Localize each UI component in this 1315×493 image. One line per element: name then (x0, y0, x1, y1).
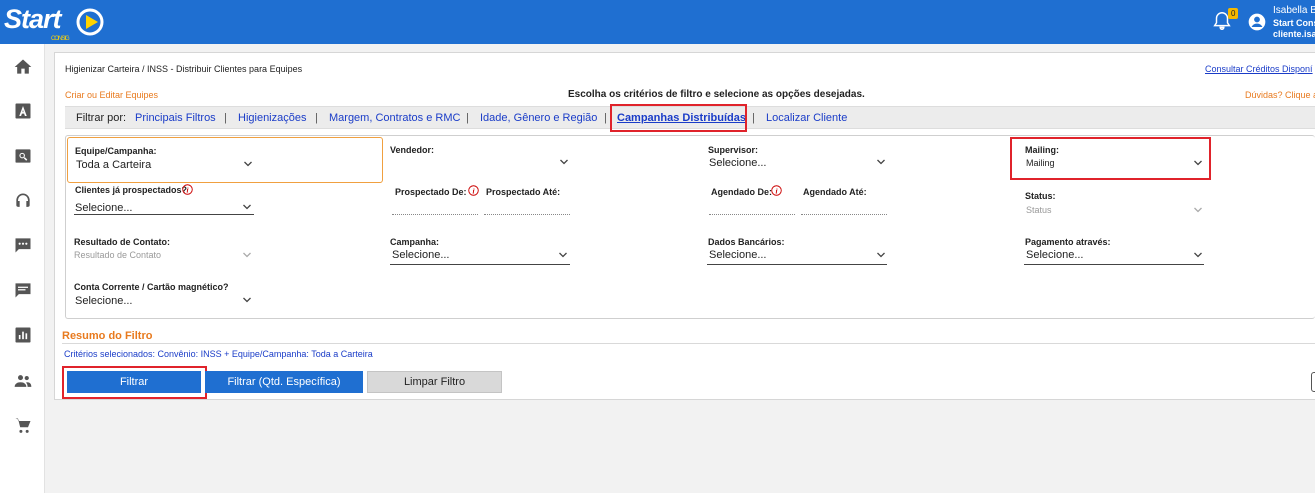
equipe-label: Equipe/Campanha: (75, 146, 157, 156)
tab-separator: | (315, 112, 318, 124)
pagamento-label: Pagamento através: (1025, 237, 1111, 247)
cart-icon[interactable] (12, 415, 34, 437)
text-icon[interactable] (12, 100, 34, 122)
side-tab-handle[interactable] (1311, 372, 1315, 392)
conta-select[interactable]: Selecione... (75, 295, 132, 307)
chevron-down-icon[interactable] (876, 157, 886, 167)
top-bar: Start CONSIG 0 Isabella B Start Cons clie… (0, 0, 1315, 44)
campanha-select[interactable]: Selecione... (392, 249, 449, 261)
agendado-ate-input[interactable] (801, 214, 887, 215)
info-icon[interactable]: i (182, 184, 193, 195)
chevron-down-icon[interactable] (1193, 250, 1203, 260)
agendado-ate-label: Agendado Até: (803, 187, 867, 197)
prospectados-label: Clientes já prospectados? (75, 185, 188, 195)
prospectado-ate-label: Prospectado Até: (486, 187, 561, 197)
highlight-box (62, 366, 207, 399)
selected-criteria: Critérios selecionados: Convênio: INSS +… (64, 349, 373, 359)
message-icon[interactable] (12, 279, 34, 301)
svg-text:i: i (775, 186, 777, 195)
resultado-select[interactable]: Resultado de Contato (74, 250, 161, 260)
tab-separator: | (466, 112, 469, 124)
user-email: cliente.isa (1273, 29, 1315, 39)
chevron-down-icon[interactable] (1193, 158, 1203, 168)
tab-localizar-cliente[interactable]: Localizar Cliente (766, 112, 847, 124)
tab-separator: | (604, 112, 607, 124)
notification-badge: 0 (1228, 8, 1239, 19)
filter-by-label: Filtrar por: (76, 112, 127, 124)
svg-text:i: i (186, 185, 188, 194)
chevron-down-icon[interactable] (558, 250, 568, 260)
tab-margem-contratos[interactable]: Margem, Contratos e RMC (329, 112, 460, 124)
status-select[interactable]: Status (1026, 205, 1052, 215)
people-icon[interactable] (12, 370, 34, 392)
info-icon[interactable]: i (468, 185, 479, 196)
dados-bancarios-select[interactable]: Selecione... (709, 249, 766, 261)
prospectado-ate-input[interactable] (484, 214, 570, 215)
conta-label: Conta Corrente / Cartão magnético? (74, 282, 229, 292)
summary-divider (62, 343, 1315, 344)
tab-idade-genero-regiao[interactable]: Idade, Gênero e Região (480, 112, 597, 124)
mailing-select[interactable]: Mailing (1026, 158, 1055, 168)
supervisor-label: Supervisor: (708, 145, 759, 155)
underline (74, 214, 254, 215)
help-link[interactable]: Dúvidas? Clique a (1245, 90, 1315, 100)
svg-text:i: i (472, 186, 474, 195)
agendado-de-input[interactable] (709, 214, 795, 215)
chevron-down-icon[interactable] (242, 202, 252, 212)
vendedor-label: Vendedor: (390, 145, 435, 155)
chevron-down-icon[interactable] (242, 295, 252, 305)
edit-teams-link[interactable]: Criar ou Editar Equipes (65, 90, 158, 100)
underline (707, 264, 887, 265)
logo[interactable]: Start CONSIG (4, 4, 70, 42)
supervisor-select[interactable]: Selecione... (709, 157, 766, 169)
mailing-label: Mailing: (1025, 145, 1059, 155)
user-avatar-icon[interactable] (1247, 12, 1267, 32)
chevron-down-icon[interactable] (559, 157, 569, 167)
headset-icon[interactable] (12, 190, 34, 212)
underline (390, 264, 570, 265)
highlight-box (610, 104, 747, 132)
consult-credits-link[interactable]: Consultar Créditos Disponí (1205, 64, 1313, 74)
campanha-label: Campanha: (390, 237, 440, 247)
filter-qty-button[interactable]: Filtrar (Qtd. Específica) (205, 371, 363, 393)
chat-icon[interactable] (12, 234, 34, 256)
tab-separator: | (752, 112, 755, 124)
prospectado-de-label: Prospectado De: (395, 187, 467, 197)
summary-title: Resumo do Filtro (62, 330, 153, 342)
chevron-down-icon[interactable] (243, 159, 253, 169)
underline (1024, 264, 1204, 265)
sidebar (0, 44, 45, 493)
tab-separator: | (224, 112, 227, 124)
agendado-de-label: Agendado De: (711, 187, 773, 197)
resultado-label: Resultado de Contato: (74, 237, 170, 247)
chevron-down-icon[interactable] (242, 250, 252, 260)
pagamento-select[interactable]: Selecione... (1026, 249, 1083, 261)
equipe-select[interactable]: Toda a Carteira (76, 159, 151, 171)
clear-filter-button[interactable]: Limpar Filtro (367, 371, 502, 393)
tab-higienizacoes[interactable]: Higienizações (238, 112, 306, 124)
info-icon[interactable]: i (771, 185, 782, 196)
user-company: Start Cons (1273, 18, 1315, 28)
breadcrumb: Higienizar Carteira / INSS - Distribuir … (65, 64, 303, 74)
instructions-text: Escolha os critérios de filtro e selecio… (568, 89, 865, 100)
tab-principais-filtros[interactable]: Principais Filtros (135, 112, 216, 124)
home-icon[interactable] (12, 56, 34, 78)
chevron-down-icon[interactable] (876, 250, 886, 260)
logo-subtitle: CONSIG (51, 36, 70, 42)
prospectados-select[interactable]: Selecione... (75, 202, 132, 214)
play-logo-icon (76, 8, 104, 36)
chart-icon[interactable] (12, 324, 34, 346)
dados-bancarios-label: Dados Bancários: (708, 237, 785, 247)
chevron-down-icon[interactable] (1193, 205, 1203, 215)
user-name: Isabella B (1273, 5, 1315, 16)
prospectado-de-input[interactable] (392, 214, 478, 215)
status-label: Status: (1025, 191, 1056, 201)
search-icon[interactable] (12, 145, 34, 167)
